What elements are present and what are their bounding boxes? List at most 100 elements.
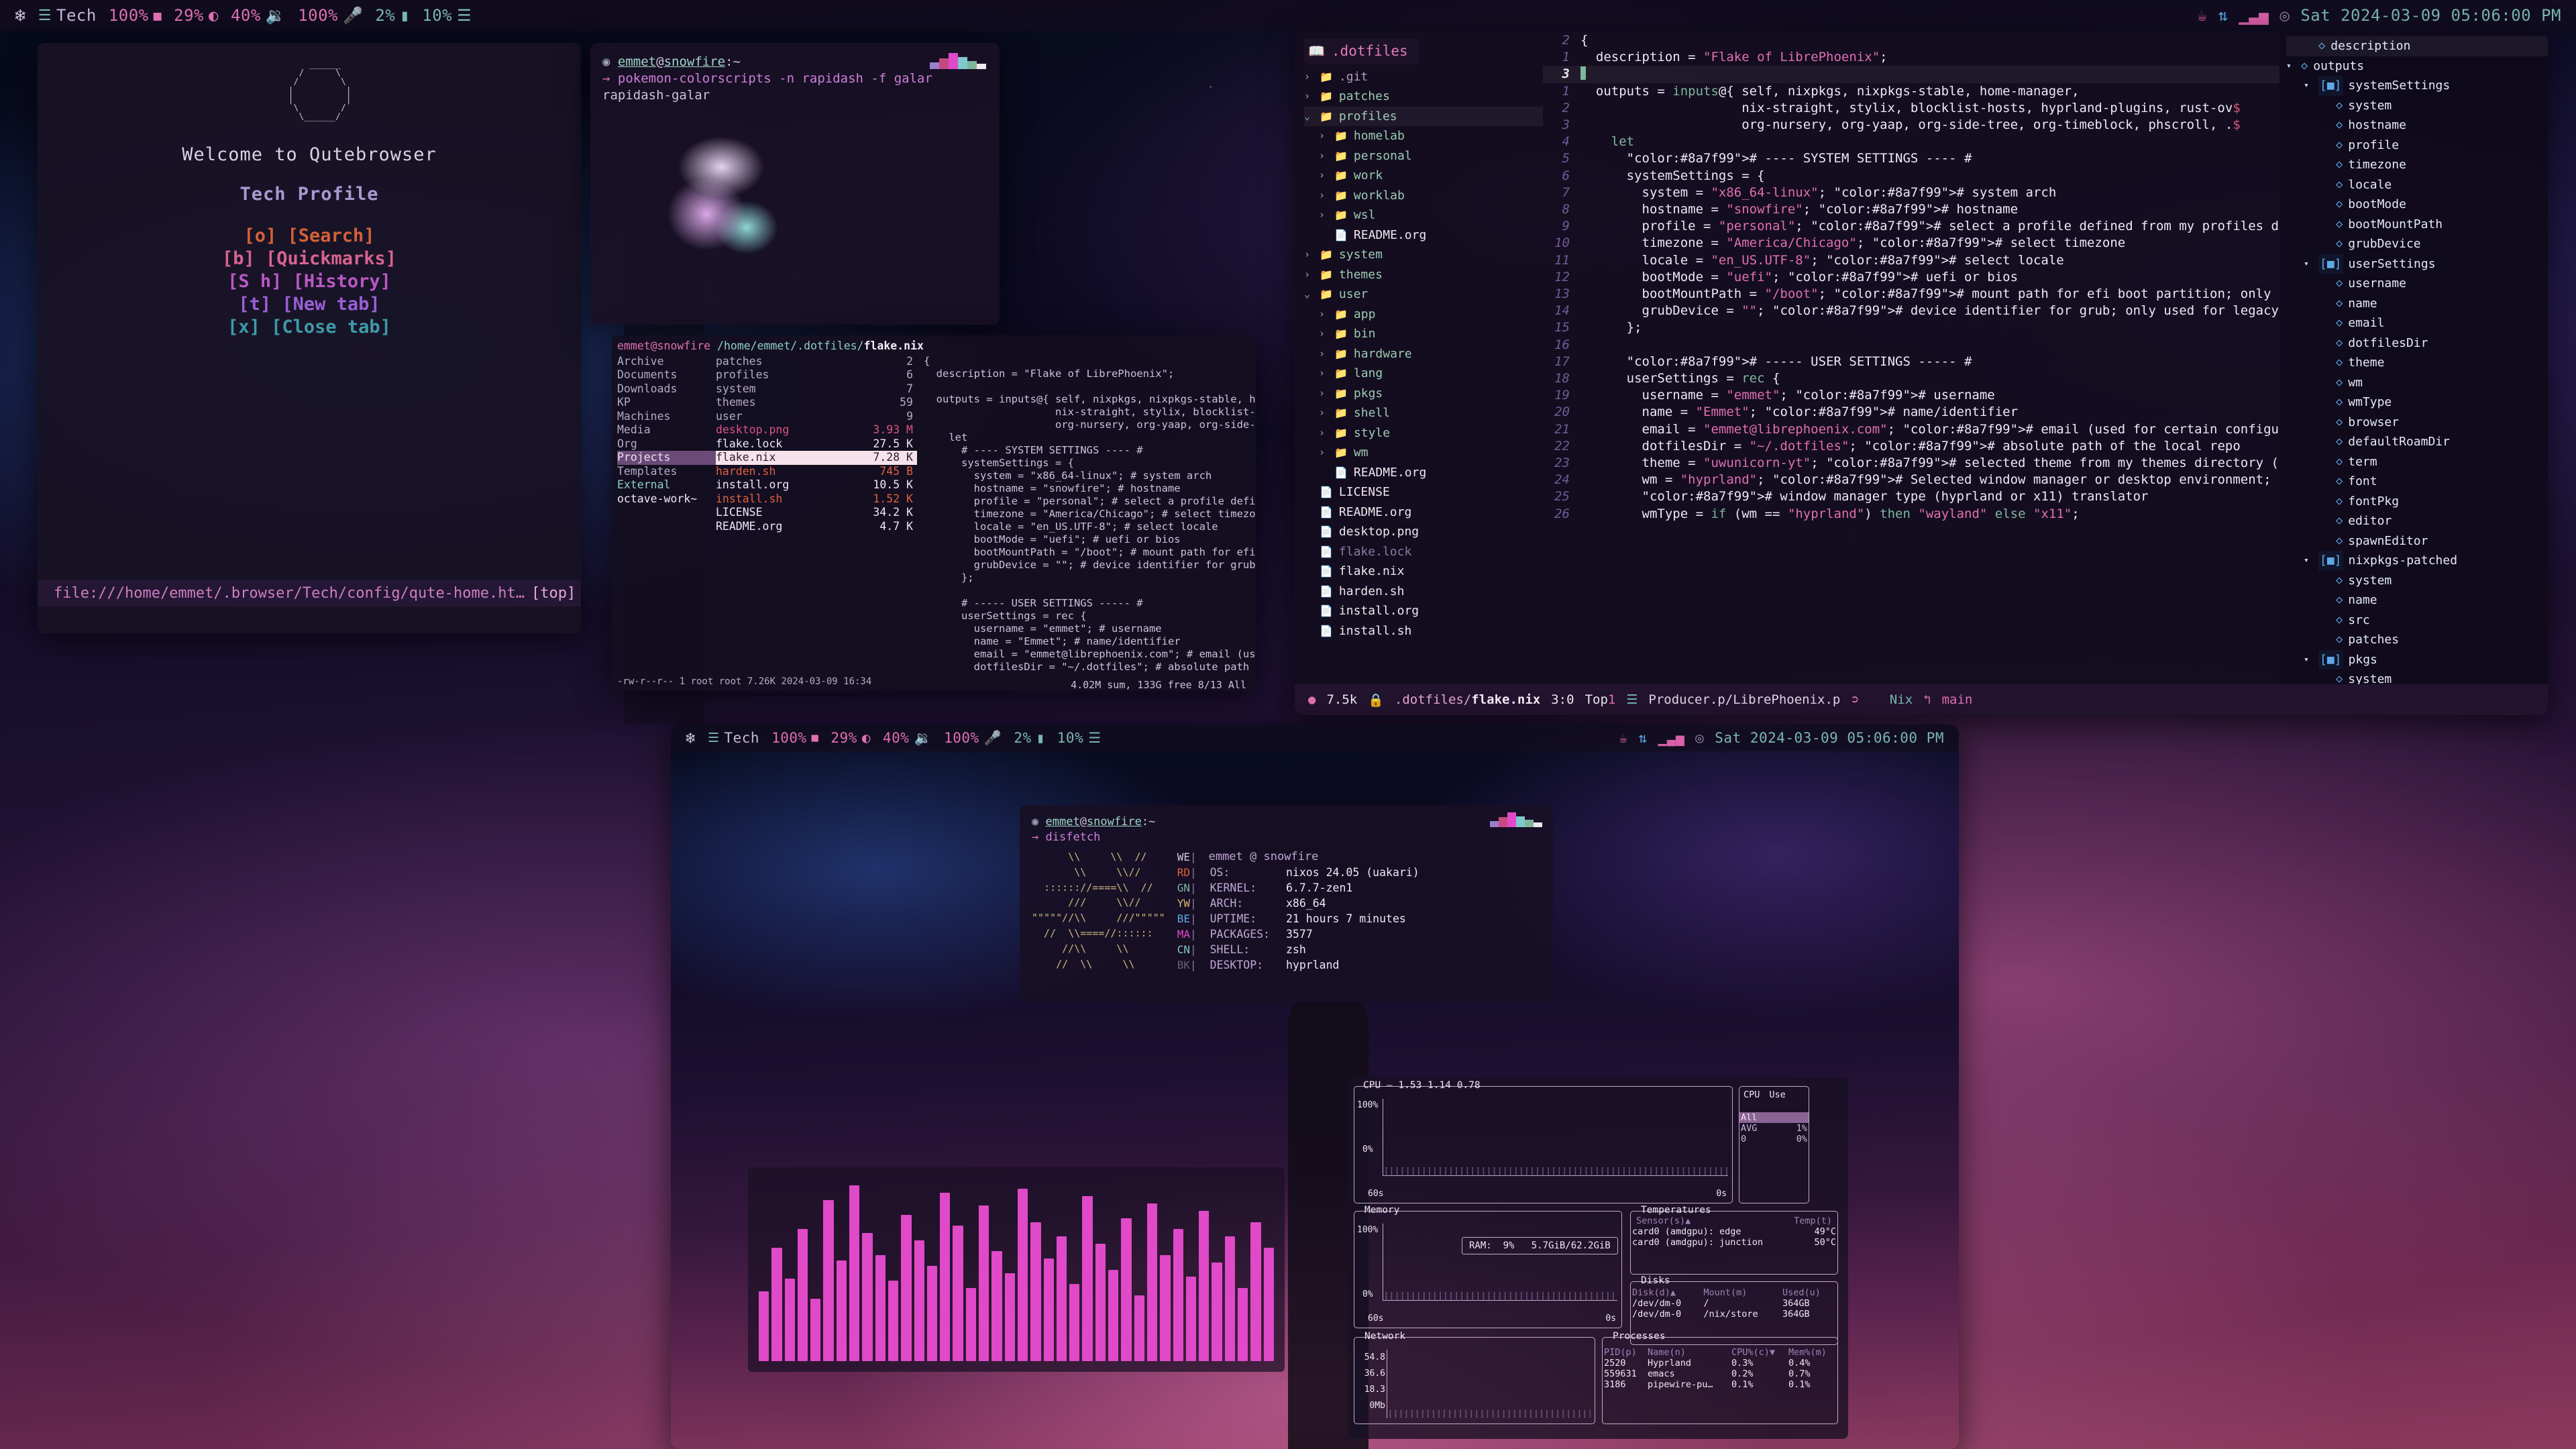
code-line[interactable]: 22 dotfilesDir = "~/.dotfiles"; "color:#… bbox=[1543, 438, 2279, 455]
code-line[interactable]: 26 wmType = if (wm == "hyprland") then "… bbox=[1543, 506, 2279, 523]
chevron-icon[interactable]: ▾ bbox=[2304, 551, 2313, 571]
cpu-indicator[interactable]: 2% ▮ bbox=[375, 6, 410, 25]
clock[interactable]: Sat 2024-03-09 05:06:00 PM bbox=[2300, 6, 2561, 25]
ranger-file-row[interactable]: user 9 bbox=[716, 410, 917, 424]
chevron-icon[interactable]: › bbox=[1304, 87, 1313, 107]
treemacs-node-license[interactable]: 📄 LICENSE bbox=[1304, 482, 1543, 502]
code-line[interactable]: 9 profile = "personal"; "color:#8a7f99">… bbox=[1543, 218, 2279, 235]
treemacs-node-user[interactable]: ⌄ 📁 user bbox=[1304, 284, 1543, 305]
secondary-top-status-bar[interactable]: ❄ ☰ Tech 100% ■ 29% ◐ 40% 🔉 100% 🎤 2% ▮ … bbox=[671, 724, 1959, 751]
btop-disk-col[interactable]: Used(u) bbox=[1781, 1287, 1837, 1298]
imenu-item-term[interactable]: ◇ term bbox=[2286, 452, 2548, 472]
code-line[interactable]: 14 grubDevice = ""; "color:#8a7f99"># de… bbox=[1543, 303, 2279, 319]
treemacs-node-wsl[interactable]: › 📁 wsl bbox=[1304, 205, 1543, 225]
nix-snowflake-icon[interactable]: ❄ bbox=[15, 5, 26, 26]
chevron-icon[interactable]: ▾ bbox=[2304, 254, 2313, 274]
treemacs-node-flake-nix[interactable]: 📄 flake.nix bbox=[1304, 561, 1543, 582]
imenu-item-dotfilesdir[interactable]: ◇ dotfilesDir bbox=[2286, 333, 2548, 354]
disc-icon[interactable]: ◎ bbox=[2279, 6, 2290, 25]
code-line[interactable]: 11 locale = "en_US.UTF-8"; "color:#8a7f9… bbox=[1543, 252, 2279, 269]
btop-cpu-panel[interactable]: CPU – 1.53 1.14 0.78 100% 0% ⡇⡇⡇⡇⡇⡇⡇⡇⡇⡇⡇… bbox=[1354, 1080, 1733, 1203]
volume-indicator[interactable]: 40% 🔉 bbox=[231, 6, 286, 25]
btop-processes-header[interactable]: PID(p) Name(n) CPU%(c)▼ Mem%(m) bbox=[1603, 1347, 1837, 1358]
code-line[interactable]: 1 outputs = inputs@{ self, nixpkgs, nixp… bbox=[1543, 83, 2279, 100]
ranger-parent-column[interactable]: Archive Documents Downloads KP Machines Media… bbox=[612, 355, 716, 678]
imenu-item-font[interactable]: ◇ font bbox=[2286, 472, 2548, 492]
treemacs-root[interactable]: 📖 .dotfiles bbox=[1304, 39, 1419, 64]
imenu-item-fontpkg[interactable]: ◇ fontPkg bbox=[2286, 492, 2548, 512]
treemacs-node-bin[interactable]: › 📁 bin bbox=[1304, 324, 1543, 344]
chevron-icon[interactable]: › bbox=[1319, 146, 1328, 166]
imenu-item-pkgs[interactable]: ▾ [■] pkgs bbox=[2286, 649, 2548, 669]
chevron-icon[interactable]: › bbox=[1319, 364, 1328, 384]
ranger-parent-item[interactable]: KP bbox=[617, 396, 716, 410]
chevron-icon[interactable]: › bbox=[1319, 344, 1328, 364]
ranger-file-row[interactable]: README.org 4.7 K bbox=[716, 520, 917, 534]
btop-core-row[interactable]: All bbox=[1739, 1112, 1809, 1123]
qutebrowser-window[interactable]: ______ / \ / \ | | | | \ / \______/ Welc… bbox=[38, 43, 581, 633]
imenu-item-timezone[interactable]: ◇ timezone bbox=[2286, 155, 2548, 175]
code-line[interactable]: 12 bootMode = "uefi"; "color:#8a7f99"># … bbox=[1543, 269, 2279, 286]
code-line[interactable]: 17 "color:#8a7f99"># ----- USER SETTINGS… bbox=[1543, 354, 2279, 370]
imenu-item-wmtype[interactable]: ◇ wmType bbox=[2286, 392, 2548, 413]
ranger-parent-item[interactable]: Archive bbox=[617, 355, 716, 369]
ranger-file-row[interactable]: LICENSE 34.2 K bbox=[716, 506, 917, 520]
code-line[interactable]: 4 let bbox=[1543, 133, 2279, 150]
imenu-item-wm[interactable]: ◇ wm bbox=[2286, 373, 2548, 393]
treemacs-node-system[interactable]: › 📁 system bbox=[1304, 245, 1543, 265]
code-line[interactable]: 6 systemSettings = { bbox=[1543, 168, 2279, 184]
ranger-parent-item[interactable]: Media bbox=[617, 423, 716, 437]
treemacs-node-desktop-png[interactable]: 📄 desktop.png bbox=[1304, 522, 1543, 542]
chevron-icon[interactable]: › bbox=[1319, 166, 1328, 186]
bluetooth-icon[interactable]: ⇅ bbox=[2218, 6, 2229, 25]
treemacs-node-readme-org[interactable]: 📄 README.org bbox=[1304, 463, 1543, 483]
imenu-item-systemsettings[interactable]: ▾ [■] systemSettings bbox=[2286, 76, 2548, 96]
ranger-file-row[interactable]: desktop.png 3.93 M bbox=[716, 423, 917, 437]
code-line[interactable]: 2{ bbox=[1543, 32, 2279, 49]
qutebrowser-shortcut-list[interactable]: [o] [Search] [b] [Quickmarks] [S h] [Histo… bbox=[222, 225, 396, 339]
btop-temps-col-temp[interactable]: Temp(t) bbox=[1794, 1216, 1832, 1226]
wifi-signal-icon[interactable]: ▁▃▅ bbox=[2239, 6, 2269, 25]
imenu-item-system[interactable]: ◇ system bbox=[2286, 669, 2548, 684]
chevron-icon[interactable]: › bbox=[1319, 205, 1328, 225]
emacs-code-buffer[interactable]: 2{1 description = "Flake of LibrePhoenix… bbox=[1543, 32, 2279, 684]
treemacs-node-app[interactable]: › 📁 app bbox=[1304, 305, 1543, 325]
treemacs-node-install-org[interactable]: 📄 install.org bbox=[1304, 601, 1543, 621]
wifi-signal-icon-2[interactable]: ▁▃▅ bbox=[1658, 730, 1684, 746]
treemacs-node-lang[interactable]: › 📁 lang bbox=[1304, 364, 1543, 384]
treemacs-node-wm[interactable]: › 📁 wm bbox=[1304, 443, 1543, 463]
battery-indicator-2[interactable]: 100% ■ bbox=[771, 730, 818, 746]
btop-proc-col[interactable]: CPU%(c)▼ bbox=[1730, 1347, 1787, 1358]
chevron-icon[interactable]: ⌄ bbox=[1304, 284, 1313, 305]
emacs-treemacs-sidebar[interactable]: 📖 .dotfiles › 📁 .git › 📁 patches ⌄ 📁 profiles › 📁 h… bbox=[1295, 32, 1543, 684]
code-line[interactable]: 25 "color:#8a7f99"># window manager type… bbox=[1543, 488, 2279, 505]
treemacs-node-harden-sh[interactable]: 📄 harden.sh bbox=[1304, 582, 1543, 602]
imenu-item-outputs[interactable]: ▾ ◇ outputs bbox=[2286, 56, 2548, 76]
imenu-item-name[interactable]: ◇ name bbox=[2286, 294, 2548, 314]
chevron-icon[interactable]: › bbox=[1304, 265, 1313, 285]
imenu-item-email[interactable]: ◇ email bbox=[2286, 313, 2548, 333]
imenu-item-bootmountpath[interactable]: ◇ bootMountPath bbox=[2286, 215, 2548, 235]
imenu-item-username[interactable]: ◇ username bbox=[2286, 274, 2548, 294]
cpu-indicator-2[interactable]: 2% ▮ bbox=[1014, 730, 1044, 746]
treemacs-node-themes[interactable]: › 📁 themes bbox=[1304, 265, 1543, 285]
code-line[interactable]: 18 userSettings = rec { bbox=[1543, 370, 2279, 387]
imenu-item-patches[interactable]: ◇ patches bbox=[2286, 630, 2548, 650]
chevron-icon[interactable]: › bbox=[1304, 245, 1313, 265]
memory-indicator-2[interactable]: 10% ☰ bbox=[1057, 730, 1102, 746]
battery-indicator[interactable]: 100% ■ bbox=[109, 6, 162, 25]
code-line[interactable]: 16 bbox=[1543, 337, 2279, 354]
btop-process-row[interactable]: 559631 emacs 0.2% 0.7% bbox=[1603, 1368, 1837, 1379]
pokemon-terminal-window[interactable]: ◉ emmet@snowfire:~ → pokemon-colorscript… bbox=[590, 43, 1000, 325]
emacs-window[interactable]: 📖 .dotfiles › 📁 .git › 📁 patches ⌄ 📁 profiles › 📁 h… bbox=[1295, 32, 2548, 715]
imenu-item-defaultroamdir[interactable]: ◇ defaultRoamDir bbox=[2286, 432, 2548, 452]
imenu-item-grubdevice[interactable]: ◇ grubDevice bbox=[2286, 234, 2548, 254]
treemacs-node-personal[interactable]: › 📁 personal bbox=[1304, 146, 1543, 166]
brightness-indicator[interactable]: 29% ◐ bbox=[174, 6, 219, 25]
treemacs-node-install-sh[interactable]: 📄 install.sh bbox=[1304, 621, 1543, 641]
btop-memory-panel[interactable]: Memory 100% 0% ⡇⡇⡇⡇⡇⡇⡇⡇⡇⡇⡇⡇⡇⡇⡇⡇⡇⡇⡇⡇⡇⡇⡇⡇⡇… bbox=[1354, 1205, 1622, 1328]
btop-temperatures-panel[interactable]: Temperatures Sensor(s)▲ Temp(t) card0 (a… bbox=[1630, 1205, 1838, 1275]
ranger-file-row[interactable]: flake.lock 27.5 K bbox=[716, 437, 917, 451]
treemacs-node-worklab[interactable]: › 📁 worklab bbox=[1304, 186, 1543, 206]
secondary-monitor-window[interactable]: ❄ ☰ Tech 100% ■ 29% ◐ 40% 🔉 100% 🎤 2% ▮ … bbox=[671, 724, 1959, 1449]
